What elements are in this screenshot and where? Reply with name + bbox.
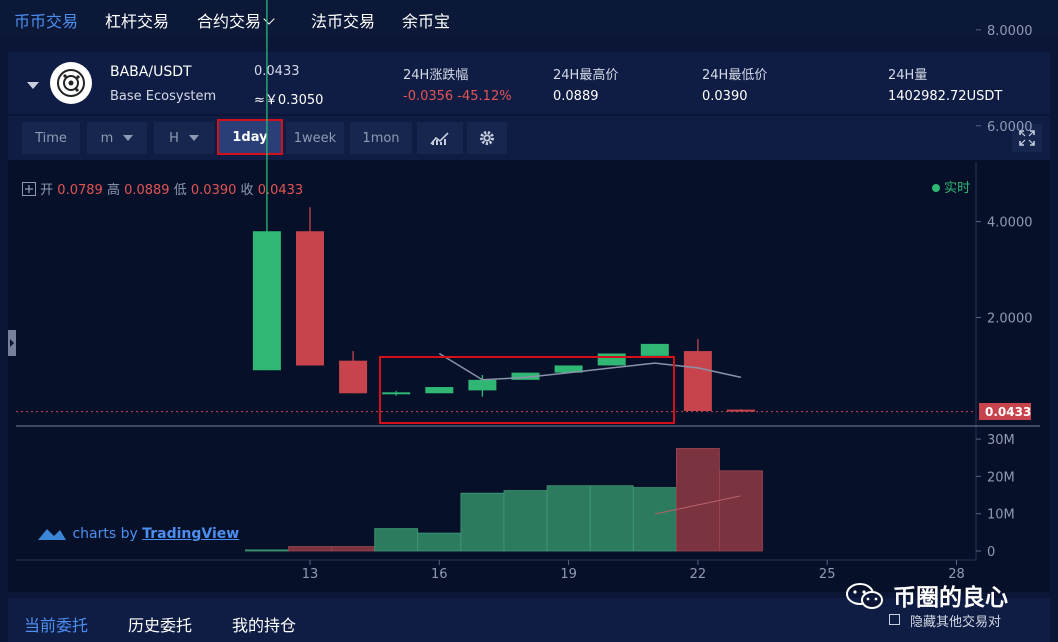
volume-bar <box>589 485 634 552</box>
volume-bar <box>331 546 376 552</box>
highlight-box <box>379 356 675 424</box>
tradingview-link[interactable]: TradingView <box>142 526 239 542</box>
volume-tick-label: 30M <box>987 433 1015 448</box>
tradingview-cloud-icon <box>38 529 66 540</box>
close-label-legend: 收 <box>240 183 254 198</box>
chevron-right-icon <box>10 339 14 347</box>
volume-bar <box>503 490 548 552</box>
volume-tick-label: 0 <box>987 545 995 560</box>
volume-bar <box>632 487 677 552</box>
ohlc-legend: 开 0.0789 高 0.0889 低 0.0390 收 0.0433 <box>22 179 303 198</box>
time-tick-label: 13 <box>302 567 319 582</box>
price-tick-label: 4.0000 <box>987 216 1033 231</box>
time-tick-label: 19 <box>560 567 577 582</box>
time-tick-label: 22 <box>690 567 707 582</box>
time-tick-label: 16 <box>431 567 448 582</box>
tab-my-positions[interactable]: 我的持仓 <box>232 612 296 636</box>
candle-body <box>252 231 281 371</box>
tab-open-orders[interactable]: 当前委托 <box>24 612 88 636</box>
watermark: 币圈的良心 <box>845 578 1008 612</box>
volume-bar <box>460 492 505 552</box>
volume-bar <box>417 532 462 552</box>
volume-bar <box>676 448 720 552</box>
volume-bar <box>244 549 289 552</box>
open-label: 开 <box>40 183 54 198</box>
wechat-icon <box>846 583 883 609</box>
realtime-label: 实时 <box>944 181 971 196</box>
hide-other-pairs-checkbox[interactable] <box>889 614 900 625</box>
tab-order-history[interactable]: 历史委托 <box>128 612 192 636</box>
side-panel-handle[interactable] <box>8 330 16 356</box>
price-tick-label: 6.0000 <box>987 120 1033 135</box>
volume-tick-label: 10M <box>987 508 1015 523</box>
crosshair-toggle-icon[interactable] <box>22 182 36 196</box>
candle-body <box>382 392 411 395</box>
high-value-legend: 0.0889 <box>124 183 170 198</box>
tradingview-credit[interactable]: charts by TradingView <box>36 524 239 542</box>
price-tick-label: 2.0000 <box>987 312 1033 327</box>
time-tick-label: 25 <box>819 567 836 582</box>
candle-body <box>683 351 712 412</box>
watermark-text: 币圈的良心 <box>893 585 1009 611</box>
volume-bar <box>374 528 419 552</box>
close-value-legend: 0.0433 <box>257 183 304 198</box>
candle-body <box>640 343 669 356</box>
volume-bar <box>546 485 591 552</box>
low-label-legend: 低 <box>173 183 187 198</box>
tradingview-prefix: charts by <box>72 526 138 542</box>
price-tick-label: 8.0000 <box>987 24 1033 39</box>
low-value-legend: 0.0390 <box>190 183 237 198</box>
candle-body <box>425 387 454 394</box>
volume-tick-label: 20M <box>987 470 1015 485</box>
realtime-dot-icon <box>932 184 940 192</box>
high-label-legend: 高 <box>106 183 120 198</box>
candle-body <box>597 353 626 366</box>
candle-body <box>339 360 368 394</box>
candle-body <box>468 379 497 391</box>
hide-other-pairs-label: 隐藏其他交易对 <box>910 615 1002 630</box>
realtime-indicator: 实时 <box>932 177 970 196</box>
volume-bar <box>719 470 763 552</box>
current-price-tag-label: 0.0433 <box>985 405 1031 419</box>
volume-bar <box>288 546 332 552</box>
candlestick-chart[interactable]: 10.00008.00006.00004.00002.0000 30M20M10… <box>0 0 1058 642</box>
candle-body <box>727 409 755 412</box>
candle-body <box>296 231 324 366</box>
open-value: 0.0789 <box>57 183 103 198</box>
